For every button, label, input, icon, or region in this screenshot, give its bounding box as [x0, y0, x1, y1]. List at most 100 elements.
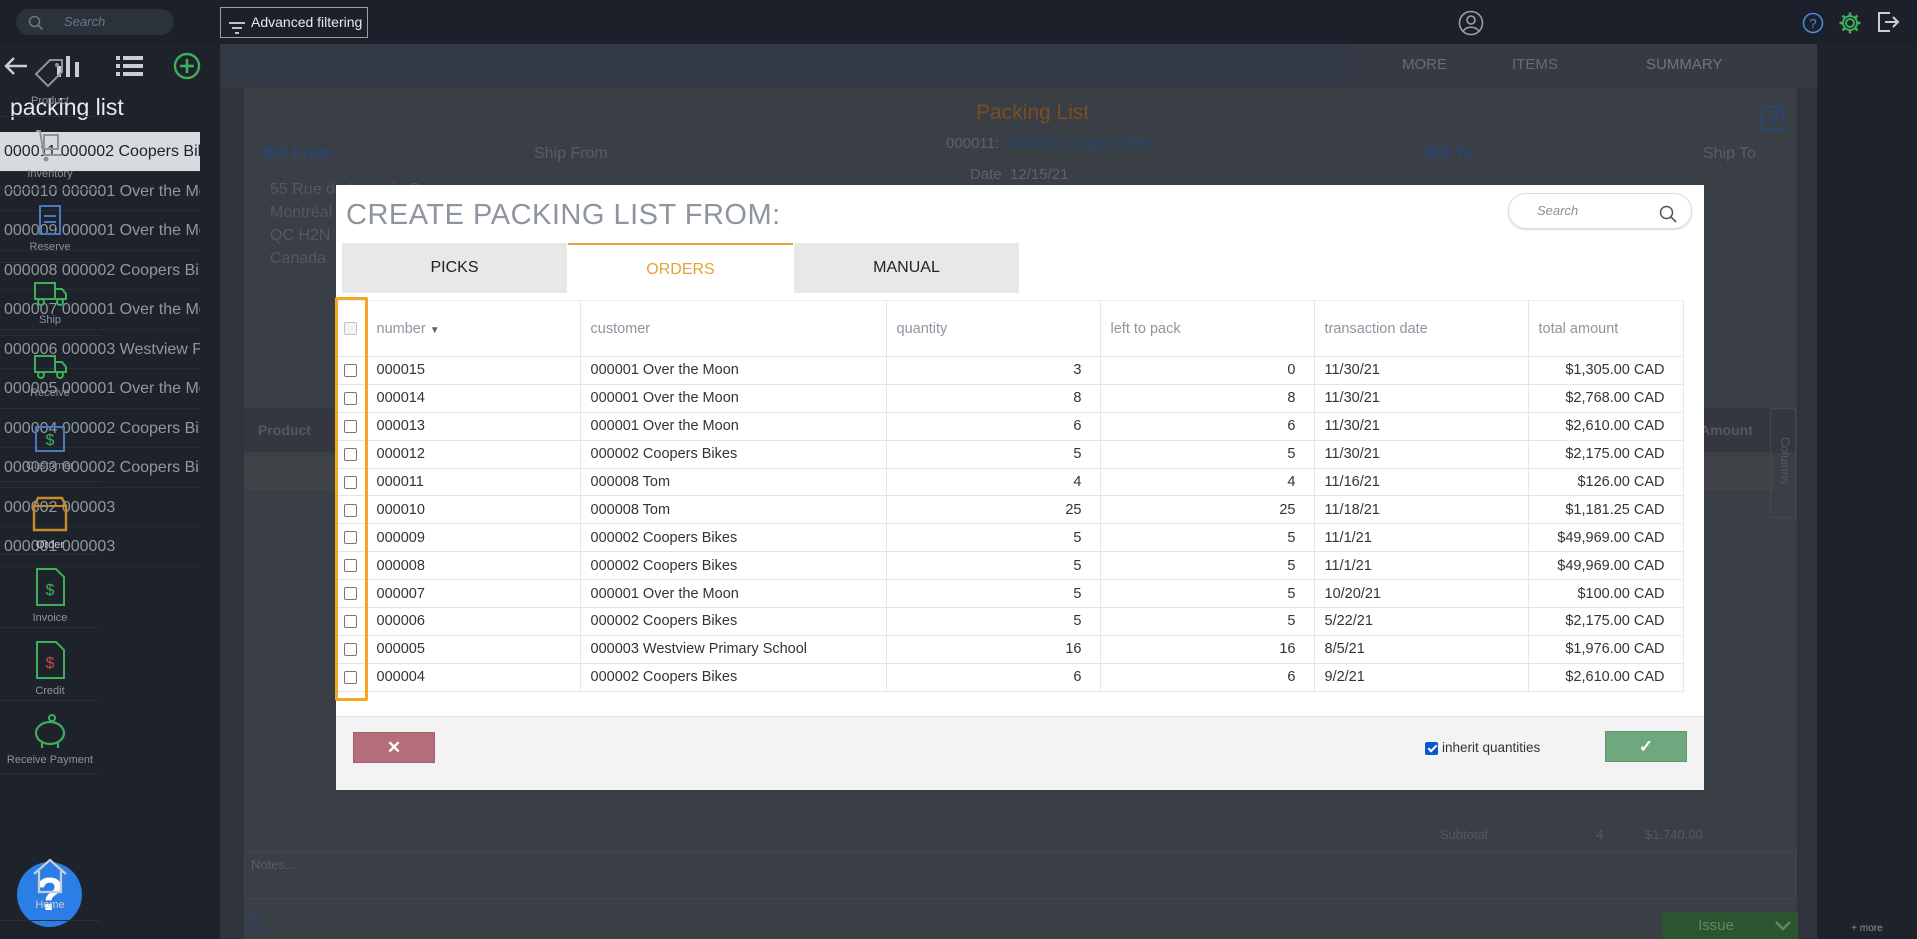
more-link[interactable]: + more: [1817, 923, 1917, 934]
ship-from-label[interactable]: Ship From: [534, 145, 608, 163]
inherit-quantities-checkbox[interactable]: [1425, 741, 1438, 755]
row-select-cell[interactable]: [336, 635, 367, 664]
dialog-search-input[interactable]: Search: [1508, 193, 1692, 229]
tab-more[interactable]: MORE: [1402, 56, 1447, 73]
row-checkbox[interactable]: [344, 531, 358, 545]
row-select-cell[interactable]: [336, 440, 367, 469]
row-select-cell[interactable]: [336, 468, 367, 497]
row-select-cell[interactable]: [336, 412, 367, 441]
row-checkbox[interactable]: [344, 670, 358, 684]
table-row[interactable]: 000008 000002 Coopers Bikes 5 5 11/1/21 $49,9…: [336, 551, 1684, 581]
cell-date: 11/1/21: [1314, 523, 1529, 553]
tab-picks[interactable]: PICKS: [342, 243, 567, 293]
rail-item-inventory[interactable]: Inventory: [0, 117, 100, 190]
table-row[interactable]: 000005 000003 Westview Primary School 16 16…: [336, 635, 1684, 664]
edit-icon[interactable]: [1760, 103, 1788, 136]
rail-item-customer[interactable]: $ Customer: [0, 409, 100, 482]
row-checkbox[interactable]: [344, 643, 358, 657]
select-all-checkbox[interactable]: [344, 322, 358, 336]
date-value[interactable]: 12/15/21: [1010, 166, 1068, 183]
cancel-button[interactable]: ✕: [353, 732, 435, 763]
cell-date: 11/18/21: [1314, 495, 1529, 525]
product-column-header: Product: [258, 422, 311, 438]
logout-icon[interactable]: [1876, 10, 1900, 39]
table-row[interactable]: 000009 000002 Coopers Bikes 5 5 11/1/21 $49,9…: [336, 523, 1684, 553]
cell-left: 8: [1100, 384, 1315, 413]
rail-item-invoice[interactable]: $ Invoice: [0, 555, 100, 628]
column-header-number[interactable]: number ▼: [366, 300, 581, 357]
piggy-bank-icon: [0, 713, 100, 752]
advanced-filtering-button[interactable]: Advanced filtering: [220, 7, 368, 38]
notes-field[interactable]: Notes...: [244, 851, 1796, 899]
row-checkbox[interactable]: [344, 392, 358, 405]
row-select-cell[interactable]: [336, 579, 367, 609]
tab-manual[interactable]: MANUAL: [794, 243, 1019, 293]
gear-icon[interactable]: [1838, 11, 1862, 40]
subtotal-label: Subtotal: [1440, 827, 1488, 842]
column-header-left-to-pack[interactable]: left to pack: [1100, 300, 1315, 357]
rail-item-receive[interactable]: Receive: [0, 336, 100, 409]
row-select-cell[interactable]: [336, 551, 367, 581]
search-icon[interactable]: [1659, 202, 1677, 236]
row-checkbox[interactable]: [344, 587, 358, 601]
add-circle-icon[interactable]: [173, 52, 201, 85]
ship-to-label[interactable]: Ship To: [1703, 145, 1756, 163]
rail-item-order[interactable]: Order: [0, 482, 100, 555]
rail-item-credit[interactable]: $ Credit: [0, 628, 100, 701]
table-row[interactable]: 000014 000001 Over the Moon 8 8 11/30/21 $2,7…: [336, 384, 1684, 413]
issue-button[interactable]: Issue: [1662, 912, 1770, 939]
select-all-cell[interactable]: [336, 300, 367, 357]
info-icon[interactable]: [244, 914, 264, 939]
row-select-cell[interactable]: [336, 523, 367, 553]
column-header-customer[interactable]: customer: [580, 300, 887, 357]
list-icon[interactable]: [115, 52, 145, 85]
row-checkbox[interactable]: [344, 364, 358, 378]
row-select-cell[interactable]: [336, 607, 367, 636]
rail-item-receive-payment[interactable]: Receive Payment: [0, 701, 100, 774]
rail-item-product[interactable]: Product: [0, 44, 100, 117]
column-header-total-amount[interactable]: total amount: [1528, 300, 1684, 357]
row-select-cell[interactable]: [336, 356, 367, 385]
global-search-input[interactable]: Search: [16, 9, 174, 35]
row-checkbox[interactable]: [344, 503, 358, 517]
inherit-quantities-option[interactable]: inherit quantities: [1425, 740, 1540, 755]
rail-item-reserve[interactable]: Reserve: [0, 190, 100, 263]
table-row[interactable]: 000004 000002 Coopers Bikes 6 6 9/2/21 $2,610…: [336, 663, 1684, 692]
row-checkbox[interactable]: [344, 447, 358, 461]
table-row[interactable]: 000010 000008 Tom 25 25 11/18/21 $1,181.25 CA…: [336, 495, 1684, 525]
amount-column-header: Amount: [1700, 422, 1753, 438]
table-row[interactable]: 000013 000001 Over the Moon 6 6 11/30/21 $2,6…: [336, 412, 1684, 441]
issue-dropdown-button[interactable]: [1768, 912, 1798, 939]
document-customer-link[interactable]: 000002 Coopers Bikes: [1007, 135, 1159, 152]
bill-from-label[interactable]: Bill From: [263, 145, 332, 163]
subtotal-quantity: 4: [1596, 827, 1604, 842]
row-select-cell[interactable]: [336, 663, 367, 692]
rail-item-home[interactable]: Home: [0, 846, 100, 921]
tab-summary[interactable]: SUMMARY: [1646, 56, 1722, 73]
row-select-cell[interactable]: [336, 384, 367, 413]
tab-orders[interactable]: ORDERS: [568, 243, 793, 293]
table-row[interactable]: 000006 000002 Coopers Bikes 5 5 5/22/21 $2,17…: [336, 607, 1684, 636]
table-row[interactable]: 000015 000001 Over the Moon 3 0 11/30/21 $1,3…: [336, 356, 1684, 385]
column-header-transaction-date[interactable]: transaction date: [1314, 300, 1529, 357]
bill-to-label[interactable]: Bill To: [1426, 145, 1474, 163]
row-select-cell[interactable]: [336, 495, 367, 525]
columns-toggle[interactable]: Columns: [1770, 408, 1796, 518]
row-checkbox[interactable]: [344, 615, 358, 629]
cell-date: 11/30/21: [1314, 384, 1529, 413]
user-account-icon[interactable]: [1458, 10, 1484, 41]
svg-text:?: ?: [1809, 16, 1816, 31]
row-checkbox[interactable]: [344, 559, 358, 573]
row-checkbox[interactable]: [344, 475, 358, 489]
row-checkbox[interactable]: [344, 419, 358, 433]
table-row[interactable]: 000007 000001 Over the Moon 5 5 10/20/21 $100…: [336, 579, 1684, 609]
tab-items[interactable]: ITEMS: [1512, 56, 1558, 73]
column-header-quantity[interactable]: quantity: [886, 300, 1101, 357]
rail-item-ship[interactable]: Ship: [0, 263, 100, 336]
table-row[interactable]: 000011 000008 Tom 4 4 11/16/21 $126.00 CAD: [336, 468, 1684, 497]
confirm-button[interactable]: ✓: [1605, 731, 1687, 762]
sort-desc-icon[interactable]: ▼: [430, 325, 440, 336]
cell-quantity: 16: [886, 635, 1101, 664]
help-icon[interactable]: ?: [1802, 12, 1824, 39]
table-row[interactable]: 000012 000002 Coopers Bikes 5 5 11/30/21 $2,1…: [336, 440, 1684, 469]
